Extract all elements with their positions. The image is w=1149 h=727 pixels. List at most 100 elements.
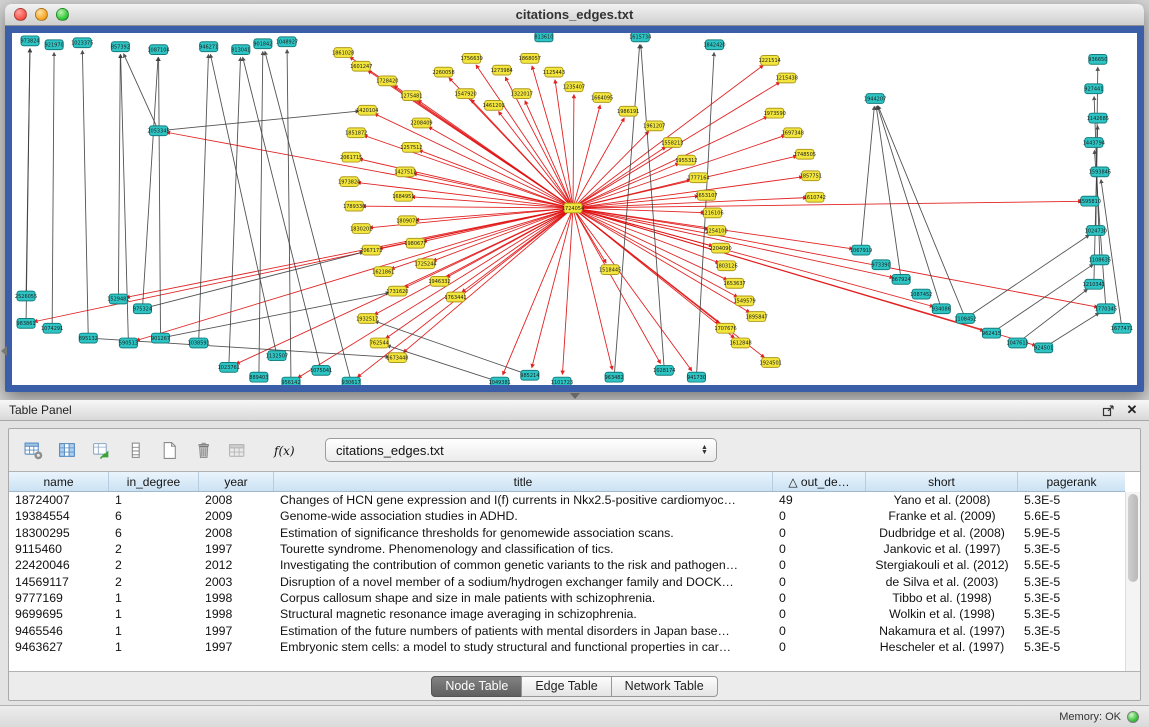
graph-node[interactable]: 1955312 [675, 155, 697, 165]
graph-node[interactable]: 975324 [133, 304, 152, 314]
graph-node[interactable]: 1254100 [705, 226, 727, 236]
citation-edge-black[interactable] [243, 57, 321, 370]
citation-edge-red[interactable] [126, 208, 573, 297]
citation-edge-black[interactable] [387, 345, 500, 382]
citation-edge-red[interactable] [573, 132, 649, 209]
graph-node[interactable]: 1221514 [759, 55, 781, 65]
table-vertical-scrollbar[interactable] [1125, 492, 1140, 671]
graph-node[interactable]: 1273984 [491, 65, 513, 75]
citation-edge-red[interactable] [573, 208, 934, 307]
graph-node[interactable]: 962415 [982, 328, 1001, 338]
graph-node[interactable]: 1322017 [511, 89, 533, 99]
citation-edge-black[interactable] [265, 51, 351, 382]
citation-edge-red[interactable] [362, 206, 573, 208]
graph-node[interactable]: 1973824 [338, 177, 360, 187]
citation-network-graph[interactable]: 1724054186102816012471728420127548114201… [12, 33, 1137, 385]
graph-node[interactable]: 1653107 [695, 190, 717, 200]
graph-node[interactable]: 1621861 [372, 267, 394, 277]
tab-network-table[interactable]: Network Table [611, 676, 718, 697]
graph-node[interactable]: 1763441 [444, 292, 466, 302]
graph-node[interactable]: 1443794 [1083, 138, 1105, 148]
column-header-2[interactable]: year [199, 472, 274, 491]
graph-node[interactable]: 1461203 [483, 100, 505, 110]
graph-node[interactable]: 1731620 [386, 286, 408, 296]
graph-node[interactable]: 1142685 [1087, 113, 1109, 123]
graph-node[interactable]: 1257512 [400, 143, 422, 153]
graph-node[interactable]: 867924 [892, 275, 911, 285]
graph-node[interactable]: 1777164 [687, 173, 709, 183]
graph-node[interactable]: 927441 [1084, 84, 1103, 94]
graph-node[interactable]: 762544 [370, 338, 389, 348]
graph-node[interactable]: 2067173 [360, 245, 382, 255]
table-row[interactable]: 1938455462009Genome-wide association stu… [9, 508, 1125, 524]
citation-edge-black[interactable] [159, 57, 161, 338]
citation-edge-black[interactable] [861, 106, 874, 250]
graph-node[interactable]: 1707676 [714, 323, 736, 333]
graph-node[interactable]: 1125443 [543, 67, 565, 77]
citation-edge-red[interactable] [573, 95, 574, 208]
graph-node[interactable]: 934086 [932, 304, 951, 314]
graph-node[interactable]: 985214 [520, 370, 539, 380]
citation-edge-red[interactable] [573, 208, 1098, 307]
citation-edge-red[interactable] [573, 65, 763, 208]
splitter-collapse-down-icon[interactable] [570, 393, 580, 399]
table-row[interactable]: 946554611997Estimation of the future num… [9, 622, 1125, 638]
table-import-icon[interactable] [89, 438, 113, 462]
citation-edge-black[interactable] [614, 45, 639, 377]
graph-node[interactable]: 1830201 [350, 224, 372, 234]
graph-node[interactable]: 1851872 [345, 128, 367, 138]
citation-edge-red[interactable] [476, 65, 573, 208]
tab-edge-table[interactable]: Edge Table [521, 676, 611, 697]
function-icon[interactable]: f(x) [273, 438, 297, 462]
graph-node[interactable]: 1518445 [599, 265, 621, 275]
graph-node[interactable]: 963482 [605, 372, 624, 382]
new-file-icon[interactable] [157, 438, 181, 462]
table-settings-icon[interactable] [21, 438, 45, 462]
graph-node[interactable]: 1895847 [746, 312, 768, 322]
table-disabled-icon[interactable] [225, 438, 249, 462]
graph-node[interactable]: 1857751 [800, 171, 822, 181]
citation-edge-black[interactable] [82, 51, 88, 338]
graph-node[interactable]: 2526055 [15, 291, 37, 301]
graph-node[interactable]: 1420104 [356, 105, 378, 115]
graph-node[interactable]: 1961207 [643, 121, 665, 131]
graph-node[interactable]: 1653637 [723, 278, 745, 288]
citation-edge-black[interactable] [118, 55, 120, 299]
graph-node[interactable]: 590513 [119, 338, 138, 348]
citation-edge-red[interactable] [503, 208, 573, 375]
graph-node[interactable]: 1980677 [404, 238, 426, 248]
graph-node[interactable]: 1684951 [392, 191, 414, 201]
graph-node[interactable]: 895132 [79, 333, 98, 343]
graph-node[interactable]: 1215438 [776, 73, 798, 83]
citation-edge-red[interactable] [573, 208, 750, 312]
graph-node[interactable]: 2053345 [147, 126, 169, 136]
table-row[interactable]: 1872400712008Changes of HCN gene express… [9, 492, 1125, 508]
table-columns-icon[interactable] [55, 438, 79, 462]
graph-node[interactable]: 1048927 [276, 37, 298, 47]
graph-node[interactable]: 930617 [342, 377, 361, 385]
graph-node[interactable]: 1932517 [356, 314, 378, 324]
graph-node[interactable]: 1677471 [1111, 323, 1133, 333]
citation-edge-black[interactable] [287, 50, 291, 382]
citation-edge-red[interactable] [573, 208, 612, 370]
graph-node[interactable]: 1087452 [910, 289, 932, 299]
citation-edge-black[interactable] [26, 49, 30, 296]
citation-edge-red[interactable] [573, 118, 624, 208]
graph-node[interactable]: 1842420 [703, 40, 725, 50]
table-row[interactable]: 1456911722003Disruption of a novel membe… [9, 573, 1125, 589]
citation-edge-red[interactable] [418, 100, 573, 208]
graph-node[interactable]: 1024730 [1085, 226, 1107, 236]
graph-node[interactable]: 956142 [281, 377, 300, 385]
graph-node[interactable]: 1028174 [653, 365, 675, 375]
graph-node[interactable]: 1427512 [394, 167, 416, 177]
citation-edge-red[interactable] [298, 208, 573, 378]
graph-node[interactable]: 1101723 [551, 377, 573, 385]
citation-edge-red[interactable] [573, 163, 679, 208]
scrollbar-thumb[interactable] [1128, 494, 1138, 582]
graph-node[interactable]: 813041 [231, 45, 250, 55]
citation-edge-black[interactable] [1018, 289, 1088, 343]
graph-node[interactable]: 924501 [1034, 343, 1053, 353]
citation-edge-black[interactable] [1044, 313, 1099, 348]
graph-node[interactable]: 1756639 [460, 54, 482, 64]
citation-edge-black[interactable] [641, 45, 665, 371]
